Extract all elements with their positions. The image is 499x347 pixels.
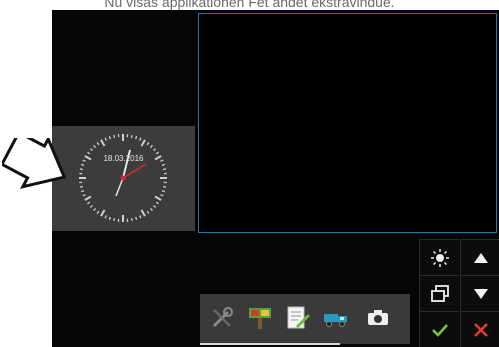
clock-date: 18.03.2016 <box>103 154 144 163</box>
scroll-up-button[interactable] <box>460 239 499 275</box>
minute-hand <box>115 177 124 197</box>
window-switch-icon <box>430 284 449 302</box>
clock-tick <box>140 209 146 217</box>
clock-tick <box>149 144 153 148</box>
clock-tick <box>104 137 107 141</box>
cancel-x-icon <box>473 322 488 337</box>
clock-tick <box>113 134 116 139</box>
clock-tick <box>96 210 100 214</box>
clock-widget[interactable]: 18.03.2016 <box>52 126 195 231</box>
clock-tick <box>130 217 133 222</box>
clock-tick <box>139 137 142 141</box>
map-button[interactable] <box>246 304 274 332</box>
app-taskbar <box>200 294 410 344</box>
notepad-pencil-icon <box>287 306 311 329</box>
clock-tick <box>135 216 138 221</box>
clock-tick <box>160 194 164 197</box>
clock-tick <box>82 194 86 197</box>
instruction-caption: Nu visas applikationen Fet andet ekstrav… <box>104 0 395 10</box>
clock-tick <box>89 148 93 152</box>
clock-tick <box>153 204 157 208</box>
clock-tick <box>146 142 150 146</box>
clock-tick <box>146 210 150 214</box>
switch-window-button[interactable] <box>419 275 459 311</box>
truck-button[interactable] <box>322 304 350 332</box>
clock-tick <box>80 190 85 193</box>
clock-tick <box>161 190 166 193</box>
truck-icon <box>324 314 347 327</box>
clock-tick <box>153 148 157 152</box>
pointer-arrow-icon <box>2 138 67 189</box>
clock-tick <box>93 208 97 212</box>
clock-tick <box>135 135 138 140</box>
clock-tick <box>130 134 133 139</box>
arrow-up-icon <box>473 252 488 263</box>
clock-tick <box>87 201 91 205</box>
confirm-button[interactable] <box>419 311 459 347</box>
clock-tick <box>162 185 167 188</box>
clock-tick <box>96 142 100 146</box>
camera-button[interactable] <box>364 304 392 332</box>
camera-icon <box>368 310 388 325</box>
clock-tick <box>80 163 85 166</box>
scroll-down-button[interactable] <box>460 275 499 311</box>
clock-tick <box>79 185 84 188</box>
clock-tick <box>161 163 166 166</box>
clock-tick <box>113 217 116 222</box>
clock-tick <box>108 216 111 221</box>
clock-tick <box>100 209 106 217</box>
tools-button[interactable] <box>208 304 236 332</box>
main-viewport-window[interactable] <box>198 13 497 233</box>
taskbar-active-indicator <box>200 343 340 345</box>
clock-tick <box>100 139 106 147</box>
clock-tick <box>104 215 107 219</box>
clock-tick <box>139 215 142 219</box>
notepad-button[interactable] <box>284 304 312 332</box>
clock-tick <box>89 204 93 208</box>
clock-tick <box>79 168 84 171</box>
tools-wrench-icon <box>212 307 233 328</box>
analog-clock-face <box>79 134 167 222</box>
clock-tick <box>149 208 153 212</box>
clock-center <box>120 175 126 181</box>
cancel-button[interactable] <box>460 311 499 347</box>
confirm-check-icon <box>431 323 448 337</box>
clock-tick <box>154 195 162 201</box>
clock-tick <box>140 139 146 147</box>
clock-tick <box>108 135 111 140</box>
brightness-button[interactable] <box>419 239 459 275</box>
clock-tick <box>93 144 97 148</box>
brightness-icon <box>430 248 449 267</box>
arrow-down-icon <box>473 288 488 299</box>
clock-tick <box>162 168 167 171</box>
clock-tick <box>84 195 92 201</box>
map-sign-icon <box>249 308 271 329</box>
clock-tick <box>155 201 159 205</box>
